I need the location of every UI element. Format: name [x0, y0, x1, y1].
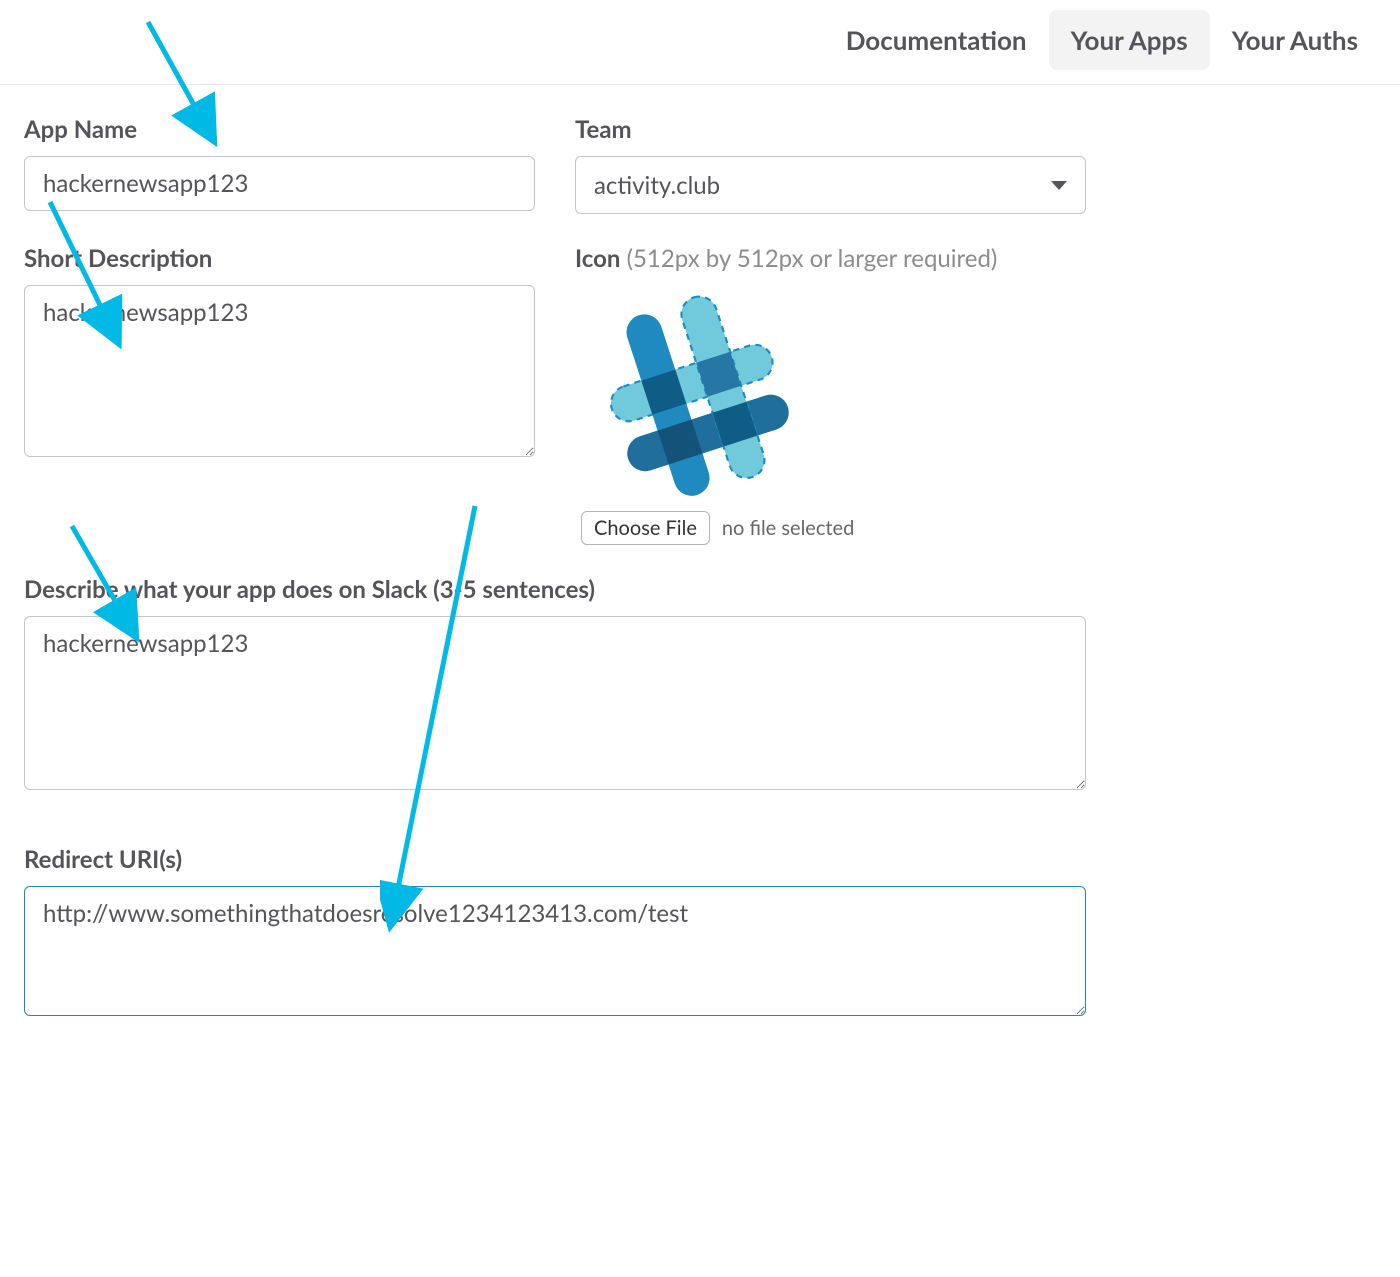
app-name-input[interactable]: [24, 156, 535, 211]
short-description-input[interactable]: [24, 285, 535, 457]
label-icon: Icon (512px by 512px or larger required): [575, 244, 1086, 273]
chevron-down-icon: [1051, 181, 1067, 190]
label-app-name: App Name: [24, 115, 535, 144]
slack-logo-icon: [591, 291, 801, 501]
label-team: Team: [575, 115, 1086, 144]
nav-your-auths[interactable]: Your Auths: [1210, 10, 1380, 70]
team-select[interactable]: activity.club: [575, 156, 1086, 214]
redirect-uri-input[interactable]: [24, 886, 1086, 1016]
team-select-value: activity.club: [594, 171, 720, 200]
label-short-desc: Short Description: [24, 244, 535, 273]
label-long-desc: Describe what your app does on Slack (3-…: [24, 575, 1086, 604]
nav-documentation[interactable]: Documentation: [824, 10, 1049, 70]
choose-file-button[interactable]: Choose File: [581, 511, 710, 545]
file-status-text: no file selected: [722, 516, 854, 540]
top-nav: Documentation Your Apps Your Auths: [0, 0, 1400, 85]
long-description-input[interactable]: [24, 616, 1086, 790]
nav-your-apps[interactable]: Your Apps: [1049, 10, 1210, 70]
label-redirect: Redirect URI(s): [24, 845, 1086, 874]
